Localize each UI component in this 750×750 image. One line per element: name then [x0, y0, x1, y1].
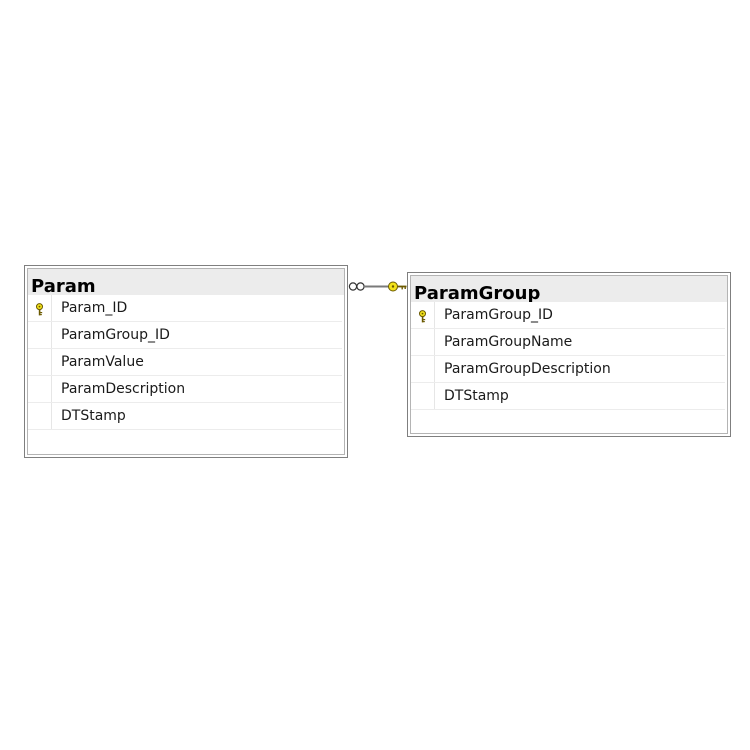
- infinity-icon: [348, 282, 365, 291]
- key-icon: [388, 281, 407, 292]
- relationship-connector[interactable]: [0, 0, 750, 750]
